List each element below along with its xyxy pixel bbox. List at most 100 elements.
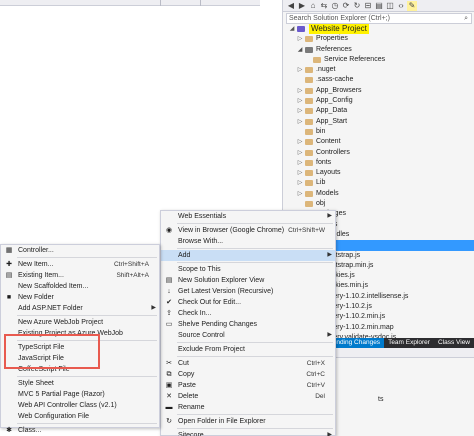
tree-node-controllers[interactable]: ▷ Controllers xyxy=(283,148,474,158)
search-icon[interactable]: ⌕ xyxy=(464,15,468,23)
expand-right-icon[interactable]: ▷ xyxy=(297,158,303,168)
menu-item-typescript-file[interactable]: TypeScript File xyxy=(1,342,159,353)
expand-right-icon[interactable]: ▷ xyxy=(297,137,303,147)
menu-item-source-control[interactable]: Source Control ▶ xyxy=(161,330,335,341)
menu-item-cut[interactable]: ✂ Cut Ctrl+X xyxy=(161,358,335,369)
menu-item-new-scaffolded-item[interactable]: New Scaffolded Item... xyxy=(1,281,159,292)
menu-item-delete[interactable]: ✕ Delete Del xyxy=(161,391,335,402)
expand-right-icon[interactable]: ▷ xyxy=(297,148,303,158)
forward-icon[interactable]: ▶ xyxy=(297,1,307,11)
menu-item-class[interactable]: ✱ Class... xyxy=(1,425,159,436)
menu-item-add-asp-net-folder[interactable]: Add ASP.NET Folder ▶ xyxy=(1,303,159,314)
context-menu: Web Essentials ▶ ◉ View in Browser (Google … xyxy=(160,210,336,436)
tree-node-models[interactable]: ▷ Models xyxy=(283,189,474,199)
menu-item-controller[interactable]: ▦ Controller... xyxy=(1,245,159,256)
menu-item-new-azure-webjob-project[interactable]: New Azure WebJob Project xyxy=(1,317,159,328)
menu-item-view-in-browser-google-chrome[interactable]: ◉ View in Browser (Google Chrome) Ctrl+Shi… xyxy=(161,225,335,236)
expand-right-icon[interactable]: ▷ xyxy=(297,96,303,106)
menu-item-label: Controller... xyxy=(18,247,54,254)
menu-item-paste[interactable]: ▣ Paste Ctrl+V xyxy=(161,380,335,391)
menu-item-rename[interactable]: ▬ Rename xyxy=(161,402,335,413)
tree-node-app-start[interactable]: ▷ App_Start xyxy=(283,117,474,127)
expand-right-icon[interactable]: ▷ xyxy=(297,106,303,116)
refresh-icon[interactable]: ↻ xyxy=(352,1,362,11)
existing-item-icon: ▤ xyxy=(5,272,13,279)
menu-item-scope-to-this[interactable]: Scope to This xyxy=(161,264,335,275)
expand-right-icon[interactable]: ▷ xyxy=(297,86,303,96)
tree-node-bin[interactable]: bin xyxy=(283,127,474,137)
menu-separator xyxy=(177,342,333,343)
expand-right-icon[interactable]: ▷ xyxy=(297,117,303,127)
menu-item-new-item[interactable]: ✚ New Item... Ctrl+Shift+A xyxy=(1,259,159,270)
tree-node-service-references[interactable]: Service References xyxy=(283,55,474,65)
project-name: Website Project xyxy=(309,24,369,35)
switch-views-icon[interactable]: ⇆ xyxy=(319,1,329,11)
search-input[interactable]: Search Solution Explorer (Ctrl+;) ⌕ xyxy=(286,13,472,24)
menu-item-web-configuration-file[interactable]: Web Configuration File xyxy=(1,411,159,422)
tree-node-app-browsers[interactable]: ▷ App_Browsers xyxy=(283,86,474,96)
expand-down-icon[interactable]: ◢ xyxy=(289,24,295,34)
sync-icon[interactable]: ⟳ xyxy=(341,1,351,11)
menu-item-check-in[interactable]: ⇪ Check In... xyxy=(161,308,335,319)
tree-node-layouts[interactable]: ▷ Layouts xyxy=(283,168,474,178)
class-icon: ✱ xyxy=(6,427,12,434)
menu-item-open-folder-in-file-explorer[interactable]: ↻ Open Folder in File Explorer xyxy=(161,416,335,427)
web-essentials-icon xyxy=(165,213,173,220)
view-code-icon[interactable]: ‹› xyxy=(396,1,406,11)
menu-item-coffeescript-file[interactable]: CoffeeScript File xyxy=(1,364,159,375)
expand-right-icon[interactable]: ▷ xyxy=(297,189,303,199)
tree-node-content[interactable]: ▷ Content xyxy=(283,137,474,147)
pending-changes-icon[interactable]: ◷ xyxy=(330,1,340,11)
tree-node-properties[interactable]: ▷ Properties xyxy=(283,34,474,44)
tree-node-label: .nuget xyxy=(316,66,336,74)
menu-item-existing-project-as-azure-webjob[interactable]: Existing Project as Azure WebJob xyxy=(1,328,159,339)
menu-item-web-essentials[interactable]: Web Essentials ▶ xyxy=(161,211,335,222)
tab-team-explorer[interactable]: Team Explorer xyxy=(384,338,434,348)
expand-down-icon[interactable]: ◢ xyxy=(297,45,303,55)
menu-item-copy[interactable]: ⧉ Copy Ctrl+C xyxy=(161,369,335,380)
menu-item-existing-item[interactable]: ▤ Existing Item... Shift+Alt+A xyxy=(1,270,159,281)
references-icon xyxy=(305,46,313,53)
tree-node-references[interactable]: ◢ References xyxy=(283,45,474,55)
tree-node-project[interactable]: ◢ Website Project xyxy=(283,24,474,35)
show-all-icon[interactable]: ◫ xyxy=(385,1,395,11)
menu-item-shortcut: Ctrl+Shift+A xyxy=(113,261,149,268)
menu-separator xyxy=(177,428,333,429)
menu-item-mvc-5-partial-page-razor[interactable]: MVC 5 Partial Page (Razor) xyxy=(1,389,159,400)
menu-item-new-solution-explorer-view[interactable]: ▤ New Solution Explorer View xyxy=(161,275,335,286)
collapse-all-icon[interactable]: ⊟ xyxy=(363,1,373,11)
pin-icon[interactable]: ✎ xyxy=(407,0,417,11)
menu-item-add[interactable]: Add ▶ xyxy=(161,250,335,261)
menu-item-exclude-from-project[interactable]: Exclude From Project xyxy=(161,344,335,355)
menu-item-new-folder[interactable]: ■ New Folder xyxy=(1,292,159,303)
tree-node-nuget[interactable]: ▷ .nuget xyxy=(283,65,474,75)
tree-node-fonts[interactable]: ▷ fonts xyxy=(283,158,474,168)
properties-icon[interactable]: ▤ xyxy=(374,1,384,11)
back-icon[interactable]: ◀ xyxy=(286,1,296,11)
menu-item-browse-with[interactable]: Browse With... xyxy=(161,236,335,247)
menu-item-web-api-controller-class-v2-1[interactable]: Web API Controller Class (v2.1) xyxy=(1,400,159,411)
menu-item-get-latest-version-recursive[interactable]: ↓ Get Latest Version (Recursive) xyxy=(161,286,335,297)
menu-item-shelve-pending-changes[interactable]: ▭ Shelve Pending Changes xyxy=(161,319,335,330)
tree-node-app-config[interactable]: ▷ App_Config xyxy=(283,96,474,106)
tab-class-view[interactable]: Class View xyxy=(434,338,474,348)
tree-node-obj[interactable]: obj xyxy=(283,199,474,209)
tree-node-lib[interactable]: ▷ Lib xyxy=(283,178,474,188)
expand-right-icon[interactable]: ▷ xyxy=(297,34,303,44)
tree-node-app-data[interactable]: ▷ App_Data xyxy=(283,106,474,116)
menu-item-label: Style Sheet xyxy=(18,380,54,387)
tree-node-label: fonts xyxy=(316,158,332,166)
search-placeholder: Search Solution Explorer (Ctrl+;) xyxy=(289,15,390,22)
expand-right-icon[interactable]: ▷ xyxy=(297,178,303,188)
tree-node-sass-cache[interactable]: .sass-cache xyxy=(283,75,474,85)
home-icon[interactable]: ⌂ xyxy=(308,1,318,11)
tree-node-label: jquery-1.10.2.intellisense.js xyxy=(324,292,409,300)
expand-right-icon[interactable]: ▷ xyxy=(297,65,303,75)
expand-right-icon[interactable]: ▷ xyxy=(297,168,303,178)
check-out-icon: ✔ xyxy=(166,299,172,306)
new-item-icon: ✚ xyxy=(6,261,12,268)
menu-item-style-sheet[interactable]: Style Sheet xyxy=(1,378,159,389)
menu-item-check-out-for-edit[interactable]: ✔ Check Out for Edit... xyxy=(161,297,335,308)
menu-item-sitecore[interactable]: Sitecore ▶ xyxy=(161,430,335,436)
menu-item-javascript-file[interactable]: JavaScript File xyxy=(1,353,159,364)
